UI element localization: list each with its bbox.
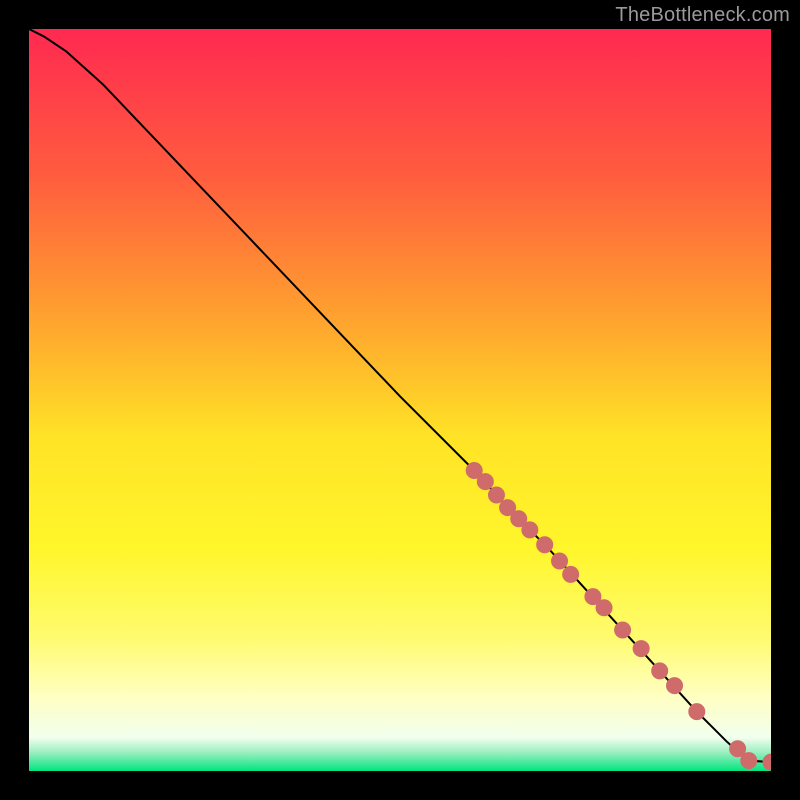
data-point [615,622,631,638]
plot-area [29,29,771,771]
data-point [652,663,668,679]
data-point [477,474,493,490]
data-point [689,704,705,720]
data-point [522,522,538,538]
data-point [596,600,612,616]
data-point [488,487,504,503]
data-point [552,553,568,569]
attribution-text: TheBottleneck.com [615,4,790,27]
data-point [633,641,649,657]
plot-svg [29,29,771,771]
chart-frame: TheBottleneck.com [0,0,800,800]
data-point [741,753,757,769]
data-point [563,566,579,582]
data-point [667,678,683,694]
data-point [537,537,553,553]
gradient-background [29,29,771,771]
